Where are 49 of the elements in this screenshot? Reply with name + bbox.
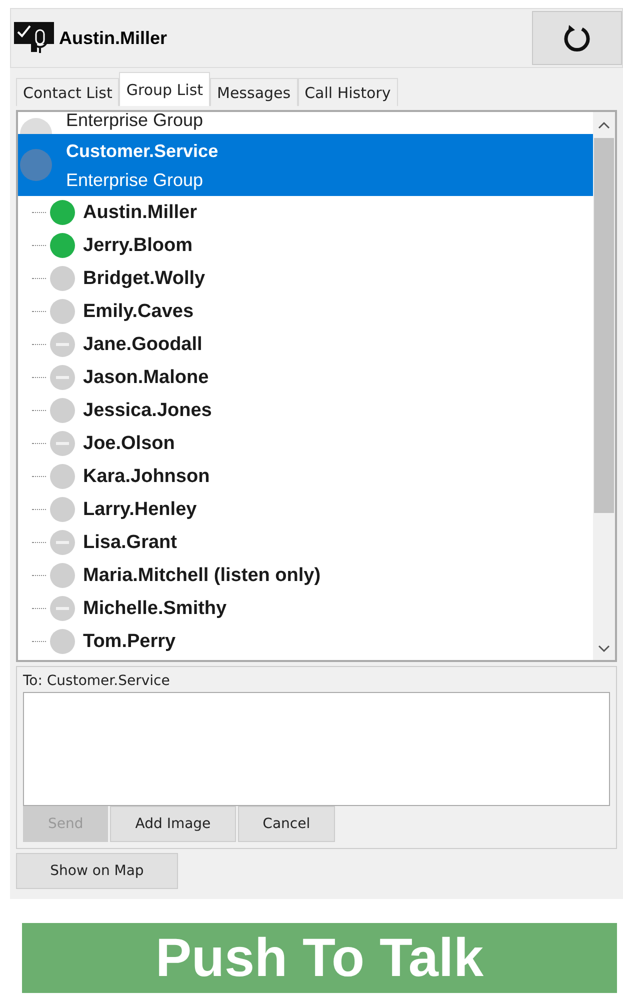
status-dot bbox=[50, 266, 75, 291]
message-button[interactable]: Add Image bbox=[110, 806, 236, 842]
member-name[interactable]: Jerry.Bloom bbox=[83, 234, 192, 256]
refresh-icon bbox=[562, 23, 592, 53]
member-name[interactable]: Michelle.Smithy bbox=[83, 598, 227, 620]
status-dot bbox=[50, 464, 75, 489]
message-button[interactable]: Cancel bbox=[238, 806, 336, 842]
busy-status-icon bbox=[50, 431, 75, 456]
group-item[interactable]: Customer.Service Enterprise Group bbox=[18, 134, 593, 196]
tab[interactable]: Call History bbox=[298, 78, 398, 106]
member-name[interactable]: Bridget.Wolly bbox=[83, 268, 206, 290]
member-name[interactable]: Emily.Caves bbox=[83, 300, 194, 322]
status-dot bbox=[50, 563, 75, 588]
refresh-button[interactable] bbox=[532, 11, 622, 65]
group-status-icon bbox=[20, 149, 52, 181]
scroll-up-icon[interactable] bbox=[598, 120, 610, 130]
tab[interactable]: Group List bbox=[119, 72, 210, 106]
recipient-label: To: Customer.Service bbox=[23, 673, 171, 689]
status-dot bbox=[50, 233, 75, 258]
group-type: Enterprise Group bbox=[66, 168, 204, 192]
member-name[interactable]: Jason.Malone bbox=[83, 366, 209, 388]
busy-status-icon bbox=[50, 332, 75, 357]
member-name[interactable]: Kara.Johnson bbox=[83, 466, 210, 488]
show-on-map-button[interactable]: Show on Map bbox=[16, 853, 178, 889]
member-name[interactable]: Larry.Henley bbox=[83, 498, 197, 520]
tab[interactable]: Contact List bbox=[16, 78, 120, 106]
member-name[interactable]: Maria.Mitchell (listen only) bbox=[83, 564, 321, 586]
member-name[interactable]: Jessica.Jones bbox=[83, 400, 212, 422]
member-name[interactable]: Austin.Miller bbox=[83, 202, 198, 224]
scroll-down-icon[interactable] bbox=[598, 644, 610, 654]
busy-status-icon bbox=[50, 530, 75, 555]
busy-status-icon bbox=[50, 365, 75, 390]
member-name[interactable]: Jane.Goodall bbox=[83, 334, 202, 356]
status-dot bbox=[50, 497, 75, 522]
status-dot bbox=[50, 629, 75, 654]
member-name[interactable]: Tom.Perry bbox=[83, 630, 176, 652]
status-dot bbox=[50, 398, 75, 423]
user-name: Austin.Miller bbox=[59, 28, 168, 48]
tab[interactable]: Messages bbox=[210, 78, 298, 106]
group-type: Enterprise Group bbox=[66, 112, 204, 132]
member-name[interactable]: Lisa.Grant bbox=[83, 532, 177, 554]
member-name[interactable]: Joe.Olson bbox=[83, 432, 175, 454]
scrollbar[interactable] bbox=[593, 112, 615, 660]
busy-status-icon bbox=[50, 596, 75, 621]
status-dot bbox=[50, 200, 75, 225]
message-mic-icon bbox=[13, 20, 55, 56]
group-name: Customer.Service bbox=[66, 140, 218, 162]
status-dot bbox=[50, 299, 75, 324]
message-input[interactable] bbox=[23, 692, 610, 806]
